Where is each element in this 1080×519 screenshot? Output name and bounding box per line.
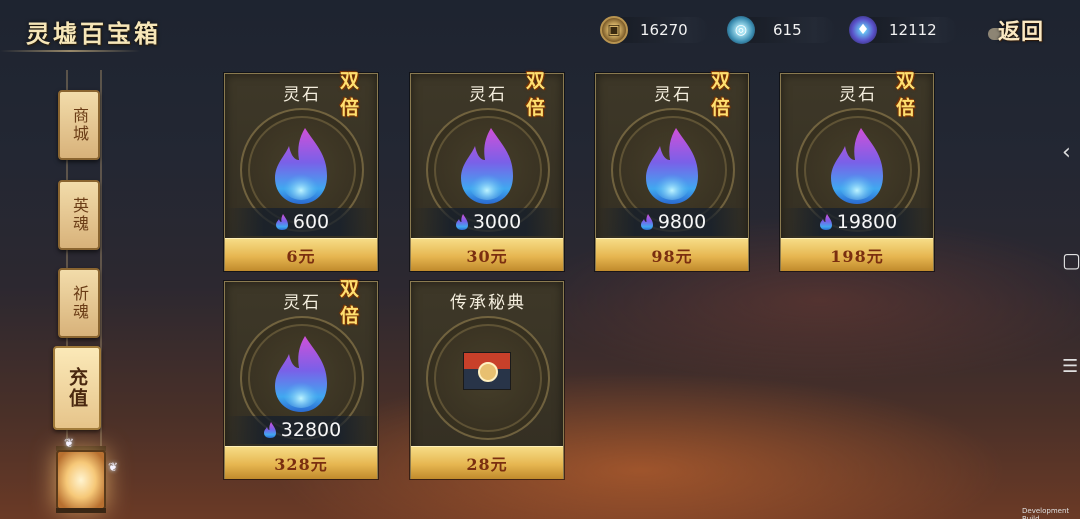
tab-shop[interactable]: 商城	[58, 90, 100, 160]
tab-summon-label: 祈魂	[70, 285, 89, 321]
tab-summon[interactable]: 祈魂	[58, 268, 100, 338]
currency-jade: ◎ 615	[727, 16, 835, 44]
double-badge: 双倍	[526, 70, 547, 119]
tab-recharge-label: 充值	[66, 367, 88, 409]
lantern-bottom	[56, 508, 106, 513]
currency-soul: ♦ 12112	[849, 16, 957, 44]
amount-value: 19800	[836, 211, 898, 233]
product-card[interactable]: 传承秘典 28元	[410, 281, 564, 479]
butterfly-icon: ❦	[64, 436, 75, 450]
spirit-stone-flame-icon	[275, 128, 327, 204]
soul-flame-icon	[455, 214, 468, 230]
tab-heroes-label: 英魂	[70, 197, 89, 233]
product-card[interactable]: 灵石 双倍 600 6元	[224, 70, 379, 271]
currency-jade-value: 615	[773, 21, 802, 39]
amount-row: 32800	[225, 416, 379, 444]
double-badge: 双倍	[340, 70, 361, 119]
product-card[interactable]: 灵石 双倍 9800 98元	[595, 70, 750, 271]
inheritance-book-icon	[463, 352, 511, 390]
tab-shop-label: 商城	[70, 107, 89, 143]
double-badge: 双倍	[896, 70, 917, 119]
back-button[interactable]: 返回	[998, 14, 1054, 46]
amount-value: 9800	[657, 211, 707, 233]
price-button[interactable]: 28元	[411, 446, 563, 479]
price-button[interactable]: 328元	[225, 446, 377, 479]
amount-row: 600	[225, 208, 379, 236]
spirit-stone-flame-icon	[275, 336, 327, 412]
title-divider	[0, 50, 140, 52]
currency-coin-value: 16270	[640, 21, 688, 39]
amount-value: 3000	[472, 211, 522, 233]
amount-row: 19800	[781, 208, 935, 236]
dev-build-label: Development Build	[1022, 507, 1070, 519]
tab-heroes[interactable]: 英魂	[58, 180, 100, 250]
price-button[interactable]: 98元	[596, 238, 748, 271]
soul-flame-icon	[819, 214, 832, 230]
page-title: 灵墟百宝箱	[26, 19, 161, 48]
spirit-stone-flame-icon	[646, 128, 698, 204]
soul-flame-icon	[640, 214, 653, 230]
amount-value: 600	[292, 211, 330, 233]
soul-flame-icon	[263, 422, 276, 438]
product-card[interactable]: 灵石 双倍 32800 328元	[224, 278, 379, 479]
currency-coin: ▣ 16270	[600, 16, 708, 44]
jade-icon: ◎	[727, 16, 755, 44]
soul-flame-icon	[275, 214, 288, 230]
lantern-icon	[56, 450, 106, 510]
price-button[interactable]: 198元	[781, 238, 933, 271]
price-button[interactable]: 30元	[411, 238, 563, 271]
coin-icon: ▣	[600, 16, 628, 44]
product-card[interactable]: 灵石 双倍 3000 30元	[410, 70, 565, 271]
system-home-icon[interactable]: ▢	[1062, 248, 1080, 272]
double-badge: 双倍	[711, 70, 732, 119]
double-badge: 双倍	[340, 278, 361, 327]
amount-row: 3000	[411, 208, 565, 236]
spirit-stone-flame-icon	[831, 128, 883, 204]
emblem-icon	[478, 362, 498, 382]
currency-soul-value: 12112	[889, 21, 937, 39]
product-name: 传承秘典	[450, 293, 526, 313]
product-card[interactable]: 灵石 双倍 19800 198元	[780, 70, 935, 271]
system-menu-icon[interactable]: ☰	[1062, 356, 1078, 377]
amount-value: 32800	[280, 419, 342, 441]
system-back-icon[interactable]: ‹	[1062, 140, 1071, 165]
price-button[interactable]: 6元	[225, 238, 377, 271]
amount-row: 9800	[596, 208, 750, 236]
spirit-stone-flame-icon	[461, 128, 513, 204]
soul-flame-icon: ♦	[849, 16, 877, 44]
butterfly-icon: ❦	[108, 460, 119, 474]
tab-recharge[interactable]: 充值	[53, 346, 101, 430]
